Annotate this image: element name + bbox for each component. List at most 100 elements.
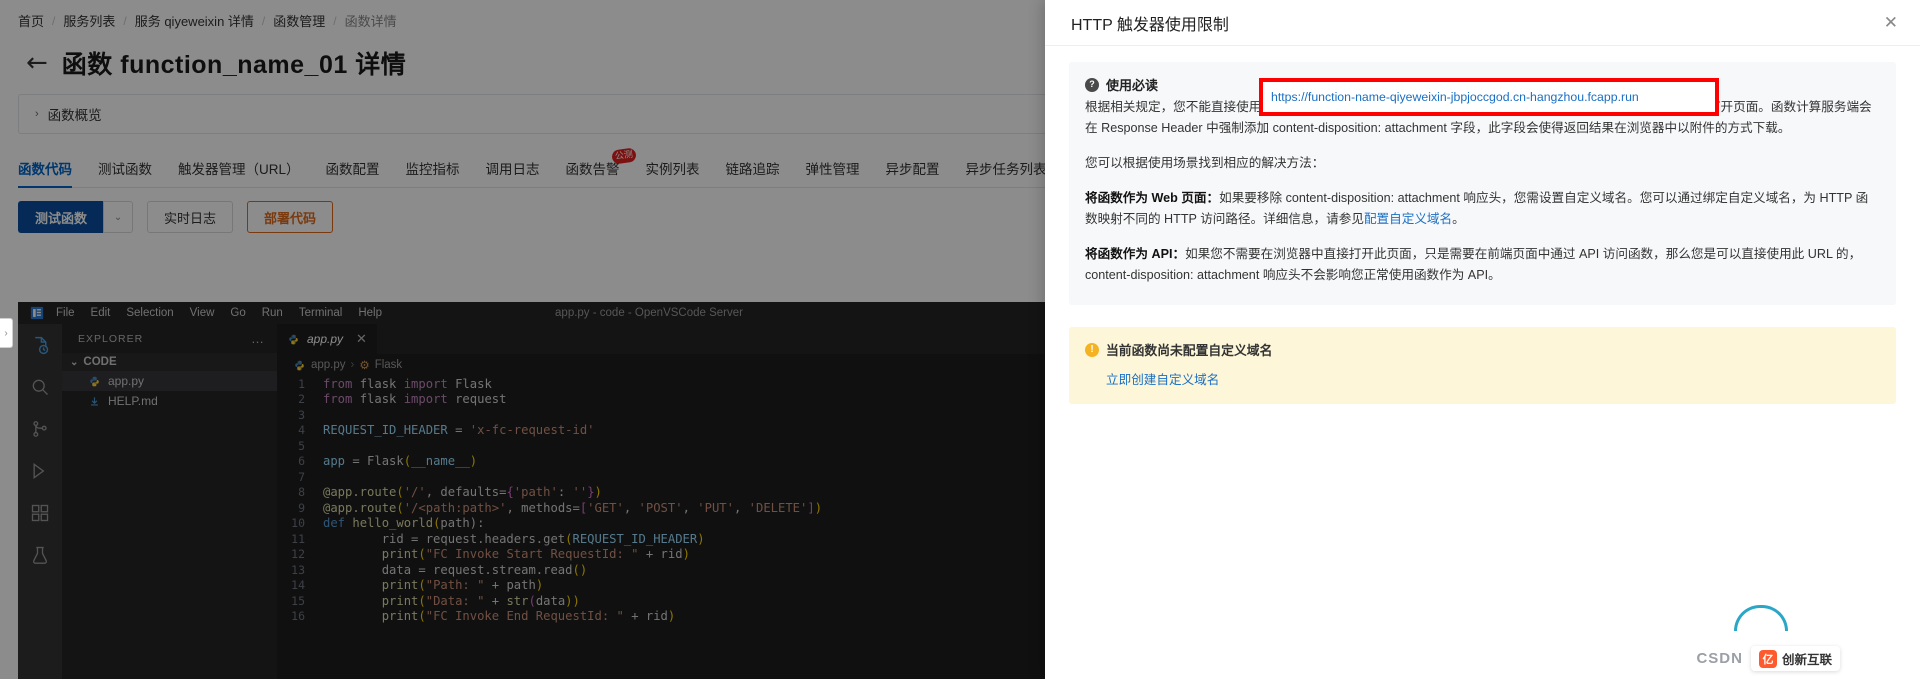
chevron-right-icon: › <box>35 108 39 120</box>
tab-调用日志[interactable]: 调用日志 <box>486 158 540 187</box>
code-token: import <box>403 392 456 407</box>
code-token: ] <box>807 500 815 515</box>
breadcrumb-item[interactable]: 服务列表 <box>63 11 115 30</box>
tab-函数代码[interactable]: 函数代码 <box>18 158 72 188</box>
page-edge-handle[interactable]: › <box>0 318 13 348</box>
vscode-menu-run[interactable]: Run <box>254 302 291 324</box>
editor-tab-name: app.py <box>307 332 344 346</box>
custom-domain-doc-link[interactable]: 配置自定义域名 <box>1364 212 1452 226</box>
realtime-log-button[interactable]: 实时日志 <box>147 201 234 233</box>
vscode-menu-terminal[interactable]: Terminal <box>291 302 350 324</box>
code-text: REQUEST_ID_HEADER = 'x-fc-request-id' <box>323 423 595 437</box>
explorer-folder-code[interactable]: ⌄ CODE <box>62 353 277 371</box>
extensions-icon[interactable] <box>27 500 53 526</box>
question-icon: ? <box>1085 77 1099 92</box>
code-token: ): <box>469 516 485 531</box>
code-token: ) <box>594 485 602 500</box>
line-number: 1 <box>298 376 305 391</box>
tab-label: 弹性管理 <box>805 162 860 177</box>
breadcrumb-item[interactable]: 服务 qiyeweixin 详情 <box>135 11 254 30</box>
code-token: )) <box>565 593 580 608</box>
vscode-logo-icon <box>26 305 48 321</box>
tab-触发器管理（URL）[interactable]: 触发器管理（URL） <box>178 158 300 187</box>
source-control-icon[interactable] <box>27 416 53 442</box>
breadcrumb-item[interactable]: 首页 <box>18 11 44 30</box>
tab-弹性管理[interactable]: 弹性管理 <box>806 158 860 187</box>
tab-异步任务列表[interactable]: 异步任务列表 <box>966 158 1047 187</box>
code-token: app <box>323 454 353 469</box>
code-token: 'DELETE' <box>748 500 808 515</box>
highlighted-function-url[interactable]: https://function-name-qiyeweixin-jbpjocc… <box>1271 90 1639 104</box>
code-token: () <box>572 562 588 577</box>
code-text: print("FC Invoke End RequestId: " + rid) <box>323 609 676 624</box>
close-icon[interactable]: ✕ <box>1884 14 1898 31</box>
code-token: "Path: " <box>425 578 485 593</box>
tab-链路追踪[interactable]: 链路追踪 <box>726 158 780 187</box>
tab-label: 实例列表 <box>645 162 700 177</box>
close-icon[interactable]: ✕ <box>356 331 367 347</box>
search-icon[interactable] <box>27 374 53 400</box>
run-debug-icon[interactable] <box>27 458 53 484</box>
vscode-menu-selection[interactable]: Selection <box>118 302 181 324</box>
vscode-menu-items: File Edit Selection View Go Run Terminal Help <box>48 302 390 324</box>
line-number: 4 <box>298 423 305 438</box>
tab-测试函数[interactable]: 测试函数 <box>98 158 152 187</box>
code-token: @app.route <box>323 500 397 515</box>
tab-函数告警[interactable]: 函数告警 公测 <box>566 147 637 187</box>
code-token: + <box>484 593 507 608</box>
code-text: app = Flask(__name__) <box>323 454 477 468</box>
create-custom-domain-link[interactable]: 立即创建自定义域名 <box>1106 373 1219 387</box>
vscode-menu-go[interactable]: Go <box>222 302 253 324</box>
vscode-menu-file[interactable]: File <box>48 302 83 324</box>
code-token: from <box>323 376 360 391</box>
vscode-activity-bar <box>18 324 62 679</box>
testing-icon[interactable] <box>27 542 53 568</box>
code-token: ) <box>535 578 544 593</box>
line-number: 7 <box>298 469 305 484</box>
tab-实例列表[interactable]: 实例列表 <box>646 158 700 187</box>
vscode-menu-help[interactable]: Help <box>350 302 390 324</box>
code-token: 'GET' <box>587 500 624 515</box>
api-case-label: 将函数作为 API： <box>1085 247 1186 261</box>
vscode-menu-edit[interactable]: Edit <box>83 302 119 324</box>
explorer-more-icon[interactable]: … <box>251 331 265 346</box>
tab-监控指标[interactable]: 监控指标 <box>406 158 460 187</box>
tab-label: 触发器管理（URL） <box>178 162 300 177</box>
breadcrumb-file[interactable]: app.py <box>311 359 346 371</box>
usage-notice-web-paragraph: 将函数作为 Web 页面：如果要移除 content-disposition: … <box>1085 188 1880 230</box>
explorer-file-app.py[interactable]: app.py <box>62 371 277 391</box>
line-number: 16 <box>291 609 305 624</box>
code-token: print <box>323 593 419 608</box>
explorer-file-HELP.md[interactable]: HELP.md <box>62 391 277 411</box>
code-token: ( <box>418 593 426 608</box>
code-token: , methods= <box>506 500 580 515</box>
code-token: from <box>323 392 360 407</box>
breadcrumb-symbol[interactable]: Flask <box>375 359 402 371</box>
warning-title-text: 当前函数尚未配置自定义域名 <box>1106 343 1273 358</box>
vscode-menu-view[interactable]: View <box>182 302 223 324</box>
code-token: + path <box>484 578 536 593</box>
explorer-file-name: app.py <box>108 374 145 388</box>
test-function-dropdown[interactable]: ⌄ <box>103 201 134 233</box>
code-token: ) <box>682 547 690 562</box>
explorer-icon[interactable] <box>27 332 53 358</box>
breadcrumb-item[interactable]: 函数管理 <box>273 11 325 30</box>
code-token: REQUEST_ID_HEADER <box>572 531 698 546</box>
line-number: 2 <box>298 392 305 407</box>
explorer-file-list: app.py HELP.md <box>62 371 277 411</box>
code-token: data = request.stream.read <box>323 562 573 577</box>
code-token: ( <box>418 578 426 593</box>
tab-异步配置[interactable]: 异步配置 <box>886 158 940 187</box>
test-function-button[interactable]: 测试函数 <box>18 201 104 233</box>
line-number: 5 <box>298 438 305 453</box>
back-arrow-icon[interactable]: ← <box>26 50 48 76</box>
explorer-title: EXPLORER <box>78 332 144 345</box>
code-token: 'POST' <box>638 500 683 515</box>
tab-函数配置[interactable]: 函数配置 <box>326 158 380 187</box>
code-text: @app.route('/<path:path>', methods=['GET… <box>323 501 822 515</box>
explorer-header: EXPLORER … <box>62 324 277 353</box>
deploy-code-button[interactable]: 部署代码 <box>247 201 334 233</box>
code-token: "FC Invoke End RequestId: " <box>425 609 624 624</box>
editor-tab-app-py[interactable]: app.py ✕ <box>277 324 378 354</box>
code-token: '/<path:path>' <box>403 500 507 515</box>
